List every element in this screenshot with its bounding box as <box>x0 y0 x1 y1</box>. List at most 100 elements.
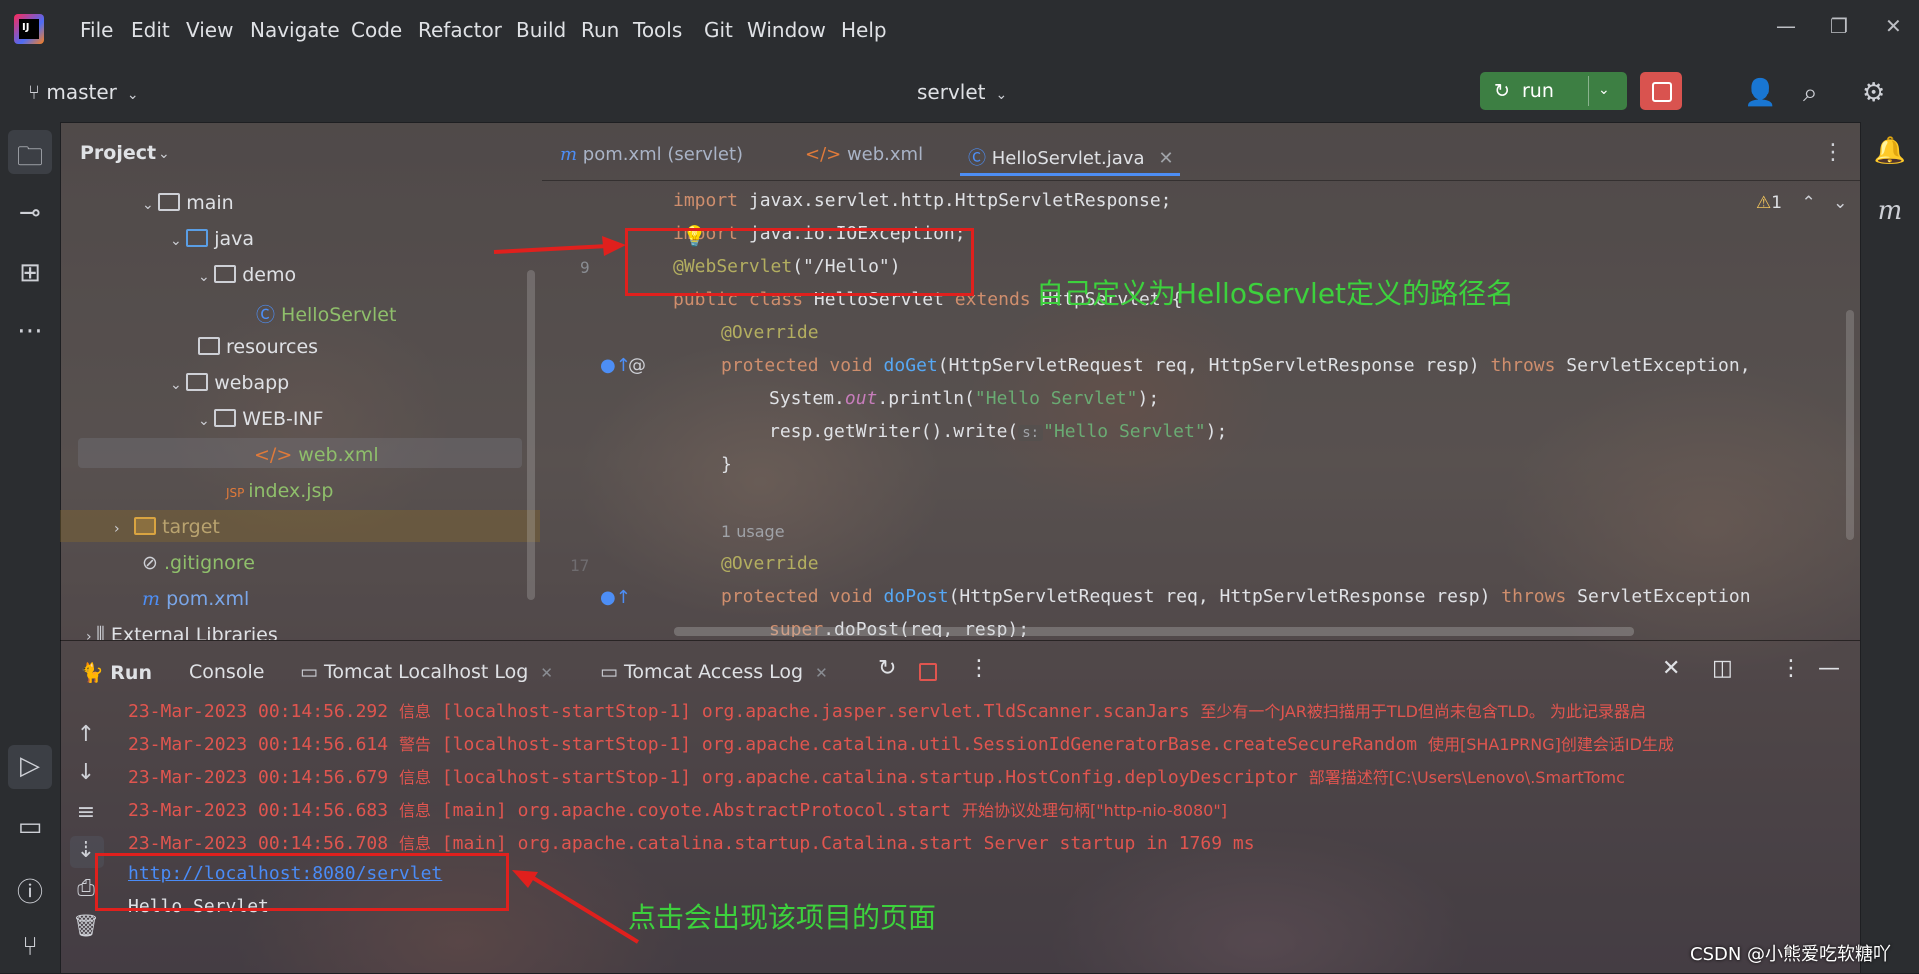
tree-item-target[interactable]: › target <box>114 516 220 538</box>
tab-run[interactable]: 🐈 Run <box>80 661 152 684</box>
chevron-up-icon[interactable]: ⌃ <box>1801 193 1815 213</box>
run-button[interactable]: ↻ run ⌄ <box>1480 72 1627 110</box>
menu-run[interactable]: Run <box>581 18 619 42</box>
package-icon <box>214 265 237 283</box>
left-tool-strip <box>0 122 61 973</box>
tab-label: Run <box>110 662 152 684</box>
chevron-right-icon: › <box>86 629 97 640</box>
tab-label: pom.xml (servlet) <box>582 144 744 165</box>
code-line-doget[interactable]: protected void doGet(HttpServletRequest … <box>721 355 1751 376</box>
tree-item-demo[interactable]: ⌄ demo <box>198 264 296 286</box>
tab-tomcat-localhost-log[interactable]: ▭ Tomcat Localhost Log ✕ <box>300 661 553 683</box>
close-tab-icon[interactable]: ✕ <box>1158 148 1173 169</box>
code-line-close-brace[interactable]: } <box>721 454 732 475</box>
log-time: 23-Mar-2023 00:14:56.679 <box>128 767 389 788</box>
branch-selector[interactable]: ⑂ master ⌄ <box>28 80 139 104</box>
tab-pom-xml[interactable]: m pom.xml (servlet) <box>560 144 743 165</box>
right-tool-strip <box>1860 122 1919 973</box>
tree-item-web-inf[interactable]: ⌄ WEB-INF <box>198 408 324 430</box>
tab-helloservlet-java[interactable]: Ⓒ HelloServlet.java ✕ <box>968 144 1174 170</box>
structure-icon[interactable]: ⊞ <box>8 258 52 288</box>
intellij-logo-icon[interactable]: IJ <box>14 14 44 44</box>
chevron-down-icon[interactable]: ⌄ <box>1833 193 1847 213</box>
code-line-println[interactable]: System.out.println("Hello Servlet"); <box>769 388 1159 409</box>
usage-hint[interactable]: 1 usage <box>721 522 785 541</box>
override-gutter-icon[interactable]: ●↑ <box>600 355 631 376</box>
more-vertical-icon[interactable]: ⋮ <box>968 656 990 681</box>
code-line-override[interactable]: @Override <box>721 322 819 343</box>
tree-item-web-xml[interactable]: </> web.xml <box>254 444 379 466</box>
code-line-import-response[interactable]: import javax.servlet.http.HttpServletRes… <box>673 190 1172 211</box>
project-scrollbar[interactable] <box>527 270 535 600</box>
tree-item-java[interactable]: ⌄ java <box>170 228 254 250</box>
stop-icon <box>1652 82 1672 102</box>
commit-icon[interactable]: ⊸ <box>8 198 52 228</box>
tree-item-index-jsp[interactable]: JSP index.jsp <box>226 480 333 502</box>
project-selector[interactable]: servlet ⌄ <box>917 80 1007 104</box>
more-vertical-icon[interactable]: ⋮ <box>1822 140 1844 165</box>
rerun-icon[interactable]: ↻ <box>878 656 896 681</box>
menu-code[interactable]: Code <box>351 18 402 42</box>
search-icon[interactable]: ⌕ <box>1803 78 1818 109</box>
code-line-override[interactable]: @Override <box>721 553 819 574</box>
trash-icon[interactable]: 🗑 <box>66 914 106 939</box>
run-tool-icon[interactable]: ▷ <box>8 751 52 781</box>
notifications-icon[interactable]: 🔔 <box>1868 136 1912 166</box>
editor-vertical-scrollbar[interactable] <box>1846 310 1854 540</box>
menu-view[interactable]: View <box>186 18 233 42</box>
code-line-dopost[interactable]: protected void doPost(HttpServletRequest… <box>721 586 1751 607</box>
gear-icon[interactable]: ⚙ <box>1862 78 1885 108</box>
minimize-icon[interactable]: — <box>1776 14 1796 38</box>
highlight-box-url <box>95 853 509 911</box>
menu-file[interactable]: File <box>80 18 113 42</box>
chevron-down-icon[interactable]: ⌄ <box>1598 82 1610 98</box>
tree-item-main[interactable]: ⌄ main <box>142 192 234 214</box>
tree-item-resources[interactable]: resources <box>198 336 318 358</box>
menu-refactor[interactable]: Refactor <box>418 18 502 42</box>
terminal-icon[interactable]: ▭ <box>8 812 52 842</box>
layout-icon[interactable]: ◫ <box>1712 656 1733 681</box>
tab-web-xml[interactable]: </> web.xml <box>805 144 923 165</box>
tab-tomcat-access-log[interactable]: ▭ Tomcat Access Log ✕ <box>600 661 828 683</box>
more-icon[interactable]: ⋯ <box>8 316 52 346</box>
stop-button[interactable] <box>1640 72 1682 110</box>
log-message-cn: 使用[SHA1PRNG]创建会话ID生成 <box>1427 735 1674 754</box>
restore-icon[interactable]: ❐ <box>1830 14 1848 38</box>
menu-window[interactable]: Window <box>747 18 826 42</box>
menu-help[interactable]: Help <box>841 18 887 42</box>
annotation-note-path: 自己定义为HelloServlet定义的路径名 <box>1036 277 1515 310</box>
menu-git[interactable]: Git <box>704 18 733 42</box>
tab-console[interactable]: Console <box>189 661 264 683</box>
project-panel-header[interactable]: Project ⌄ <box>60 132 540 172</box>
arrow-up-icon[interactable]: ↑ <box>66 722 106 747</box>
menu-edit[interactable]: Edit <box>131 18 170 42</box>
menu-build[interactable]: Build <box>516 18 566 42</box>
stop-icon[interactable] <box>919 663 937 681</box>
close-run-icon[interactable]: ✕ <box>1662 656 1680 681</box>
tree-item-pom-xml[interactable]: m pom.xml <box>142 588 249 610</box>
menu-navigate[interactable]: Navigate <box>250 18 340 42</box>
folder-icon[interactable]: 🗀 <box>8 138 52 182</box>
tree-item-gitignore[interactable]: ⊘ .gitignore <box>142 552 255 574</box>
tree-item-webapp[interactable]: ⌄ webapp <box>170 372 289 394</box>
soft-wrap-icon[interactable]: ≡ <box>66 800 106 825</box>
close-tab-icon[interactable]: ✕ <box>540 664 553 682</box>
code-line-write[interactable]: resp.getWriter().write(s: "Hello Servlet"… <box>769 421 1227 442</box>
problems-icon[interactable]: ⓘ <box>8 872 52 909</box>
git-icon[interactable]: ⑂ <box>8 932 52 962</box>
menu-tools[interactable]: Tools <box>633 18 682 42</box>
editor-horizontal-scrollbar[interactable] <box>674 627 1634 636</box>
hide-panel-icon[interactable]: — <box>1818 656 1840 681</box>
override-gutter-icon[interactable]: ●↑ <box>600 587 631 608</box>
close-icon[interactable]: ✕ <box>1885 14 1902 38</box>
console-output[interactable]: 23-Mar-2023 00:14:56.292 信息 [localhost-s… <box>128 698 1858 968</box>
inspection-widget[interactable]: ⚠1 ⌃ ⌄ <box>1756 193 1847 213</box>
add-user-icon[interactable]: 👤 <box>1744 78 1776 108</box>
more-vertical-icon[interactable]: ⋮ <box>1780 656 1802 681</box>
tree-item-external-libraries[interactable]: › ⫼ External Libraries <box>86 624 278 640</box>
maven-icon[interactable]: m <box>1868 196 1912 226</box>
close-tab-icon[interactable]: ✕ <box>815 664 828 682</box>
arrow-down-icon[interactable]: ↓ <box>66 760 106 785</box>
tree-item-helloservlet[interactable]: Ⓒ HelloServlet <box>256 300 396 327</box>
web-mapping-icon[interactable]: @ <box>628 355 646 376</box>
